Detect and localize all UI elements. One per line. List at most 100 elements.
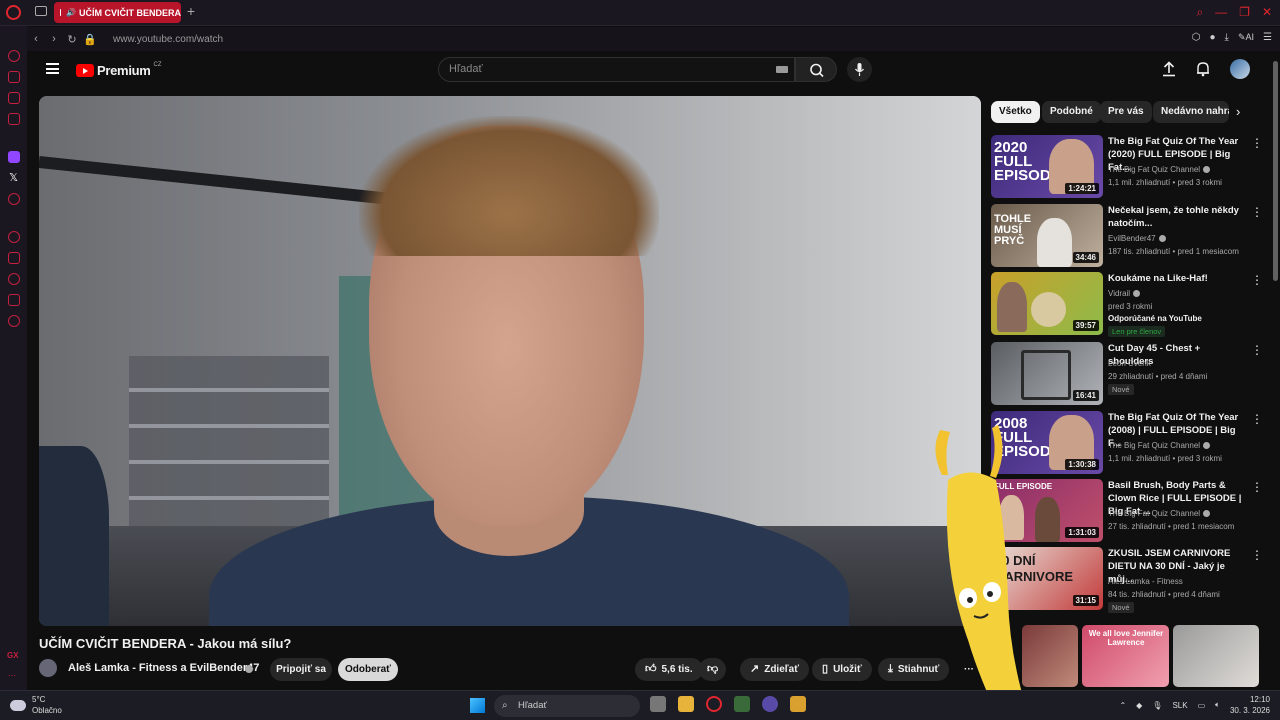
- scrollbar-thumb[interactable]: [1273, 61, 1278, 281]
- tray-app-icon[interactable]: ◆: [1136, 701, 1142, 710]
- opera-logo-icon[interactable]: [6, 5, 21, 20]
- list-item[interactable]: TOHLE MUSÍ PRYČ 34:46 Nečekal jsem, že t…: [991, 204, 1263, 268]
- history-icon[interactable]: [7, 273, 20, 285]
- more-actions-button[interactable]: ···: [957, 658, 981, 681]
- list-item[interactable]: 30 DNÍ CARNIVORE 31:15 ZKUSIL JSEM CARNI…: [991, 547, 1263, 613]
- discord-icon[interactable]: [7, 193, 20, 205]
- thumbnail[interactable]: 16:41: [991, 342, 1103, 405]
- notifications-icon[interactable]: [1196, 61, 1210, 77]
- video-player[interactable]: [39, 96, 981, 626]
- search-button[interactable]: [795, 57, 837, 82]
- more-vert-icon[interactable]: ⋮: [1251, 137, 1263, 149]
- video-title[interactable]: Koukáme na Like-Haf!: [1108, 272, 1248, 285]
- app-icon[interactable]: [762, 696, 778, 712]
- like-button[interactable]: 👍︎ 5,6 tis.: [635, 658, 703, 681]
- thumbnail[interactable]: 30 DNÍ CARNIVORE 31:15: [991, 547, 1103, 610]
- language-indicator[interactable]: SLK: [1172, 701, 1187, 710]
- voice-search-button[interactable]: [847, 57, 872, 82]
- channel-name[interactable]: Aleš Lamka - Fitness: [1108, 575, 1253, 588]
- profile-icon[interactable]: ●: [1210, 32, 1216, 43]
- minimize-icon[interactable]: —: [1215, 5, 1227, 20]
- wallet-icon[interactable]: [7, 252, 20, 264]
- list-item[interactable]: 2008 FULL EPISODE 1:30:38 The Big Fat Qu…: [991, 411, 1263, 475]
- shorts-thumbnail[interactable]: [1022, 625, 1078, 687]
- weather-widget[interactable]: 5°C Oblačno: [10, 694, 62, 716]
- gmail-icon[interactable]: [7, 113, 20, 125]
- list-item[interactable]: 2020 FULL EPISODE 1:24:21 The Big Fat Qu…: [991, 135, 1263, 199]
- task-view-icon[interactable]: [650, 696, 666, 712]
- extensions-icon[interactable]: ⬡: [1192, 32, 1201, 43]
- twitch-icon[interactable]: [7, 151, 20, 163]
- list-item[interactable]: 16:41 Cut Day 45 - Chest + shoulders Leo…: [991, 342, 1263, 406]
- share-button[interactable]: ↗ Zdieľať: [740, 658, 809, 681]
- upload-icon[interactable]: [1162, 61, 1176, 77]
- chip-for-you[interactable]: Pre vás: [1100, 101, 1152, 123]
- channel-name[interactable]: The Big Fat Quiz Channel: [1108, 439, 1253, 452]
- channel-avatar[interactable]: [39, 659, 57, 677]
- channel-name[interactable]: EvilBender47: [1108, 232, 1253, 245]
- reload-icon[interactable]: ↻: [63, 33, 81, 46]
- thumbnail[interactable]: 2008 FULL EPISODE 1:30:38: [991, 411, 1103, 474]
- list-item[interactable]: FULL EPISODE 1:31:03 Basil Brush, Body P…: [991, 479, 1263, 543]
- app-icon[interactable]: [734, 696, 750, 712]
- youtube-logo[interactable]: Premium CZ: [76, 62, 162, 78]
- thumbnail[interactable]: TOHLE MUSÍ PRYČ 34:46: [991, 204, 1103, 267]
- shorts-thumbnail[interactable]: We all love Jennifer Lawrence: [1082, 625, 1169, 687]
- settings-icon[interactable]: [7, 315, 20, 327]
- aria-ai-button[interactable]: ✎AI: [1238, 32, 1254, 43]
- chevron-right-icon[interactable]: ›: [1236, 104, 1240, 119]
- easy-setup-icon[interactable]: ☰: [1263, 32, 1272, 43]
- chevron-up-icon[interactable]: ⌃: [1119, 701, 1126, 710]
- page-scrollbar[interactable]: [1271, 51, 1280, 690]
- close-icon[interactable]: ✕: [1262, 5, 1272, 20]
- keyboard-icon[interactable]: [776, 66, 788, 73]
- speaker-icon[interactable]: 🔊: [66, 8, 76, 17]
- back-icon[interactable]: ‹: [27, 33, 45, 45]
- workspaces-icon[interactable]: [35, 6, 47, 16]
- player-icon[interactable]: [7, 71, 20, 83]
- control-icon[interactable]: [7, 231, 20, 243]
- chip-recently-uploaded[interactable]: Nedávno nahra: [1153, 101, 1229, 123]
- more-vert-icon[interactable]: ⋮: [1251, 344, 1263, 356]
- active-tab[interactable]: 🔊 UČÍM CVIČIT BENDERA: [54, 2, 181, 23]
- volume-icon[interactable]: 🔈︎: [1215, 700, 1220, 710]
- chip-related[interactable]: Podobné: [1042, 101, 1101, 123]
- forward-icon[interactable]: ›: [45, 33, 63, 45]
- thumbnail[interactable]: 39:57: [991, 272, 1103, 335]
- channel-name[interactable]: Leon Cvenk: [1108, 357, 1253, 370]
- aria-icon[interactable]: [7, 50, 20, 62]
- more-vert-icon[interactable]: ⋮: [1251, 481, 1263, 493]
- clock[interactable]: 12:10 30. 3. 2026: [1230, 694, 1270, 716]
- dislike-button[interactable]: 👎︎: [699, 658, 727, 681]
- messenger-icon[interactable]: [7, 92, 20, 104]
- mic-icon[interactable]: 🎙︎: [1152, 701, 1162, 710]
- join-button[interactable]: Pripojiť sa: [270, 658, 332, 681]
- video-title[interactable]: Nečekal jsem, že tohle někdy natočím...: [1108, 204, 1248, 230]
- menu-icon[interactable]: [46, 63, 59, 74]
- file-explorer-icon[interactable]: [678, 696, 694, 712]
- more-vert-icon[interactable]: ⋮: [1251, 549, 1263, 561]
- x-icon[interactable]: 𝕏: [8, 172, 20, 184]
- search-input[interactable]: Hľadať: [438, 57, 795, 82]
- thumbnail[interactable]: FULL EPISODE 1:31:03: [991, 479, 1103, 542]
- channel-name[interactable]: Aleš Lamka - Fitness a EvilBender47: [68, 662, 259, 674]
- more-vert-icon[interactable]: ⋮: [1251, 274, 1263, 286]
- channel-name[interactable]: Vidrail: [1108, 287, 1253, 300]
- sidebar-more-icon[interactable]: ...: [8, 668, 16, 678]
- channel-name[interactable]: The Big Fat Quiz Channel: [1108, 163, 1253, 176]
- maximize-icon[interactable]: ❐: [1239, 5, 1250, 20]
- network-icon[interactable]: ▭: [1198, 701, 1206, 710]
- opera-gx-icon[interactable]: [706, 696, 722, 712]
- more-vert-icon[interactable]: ⋮: [1251, 413, 1263, 425]
- url-field[interactable]: www.youtube.com/watch: [113, 34, 223, 45]
- search-tabs-icon[interactable]: ⌕: [1196, 5, 1203, 20]
- more-vert-icon[interactable]: ⋮: [1251, 206, 1263, 218]
- chip-all[interactable]: Všetko: [991, 101, 1040, 123]
- taskbar-search[interactable]: ⌕ Hľadať: [494, 695, 640, 717]
- subscribe-button[interactable]: Odoberať: [338, 658, 398, 681]
- save-button[interactable]: ▯ Uložiť: [812, 658, 872, 681]
- account-avatar[interactable]: [1230, 59, 1250, 79]
- app-icon[interactable]: [790, 696, 806, 712]
- lock-icon[interactable]: 🔒: [81, 33, 99, 46]
- mods-icon[interactable]: [7, 294, 20, 306]
